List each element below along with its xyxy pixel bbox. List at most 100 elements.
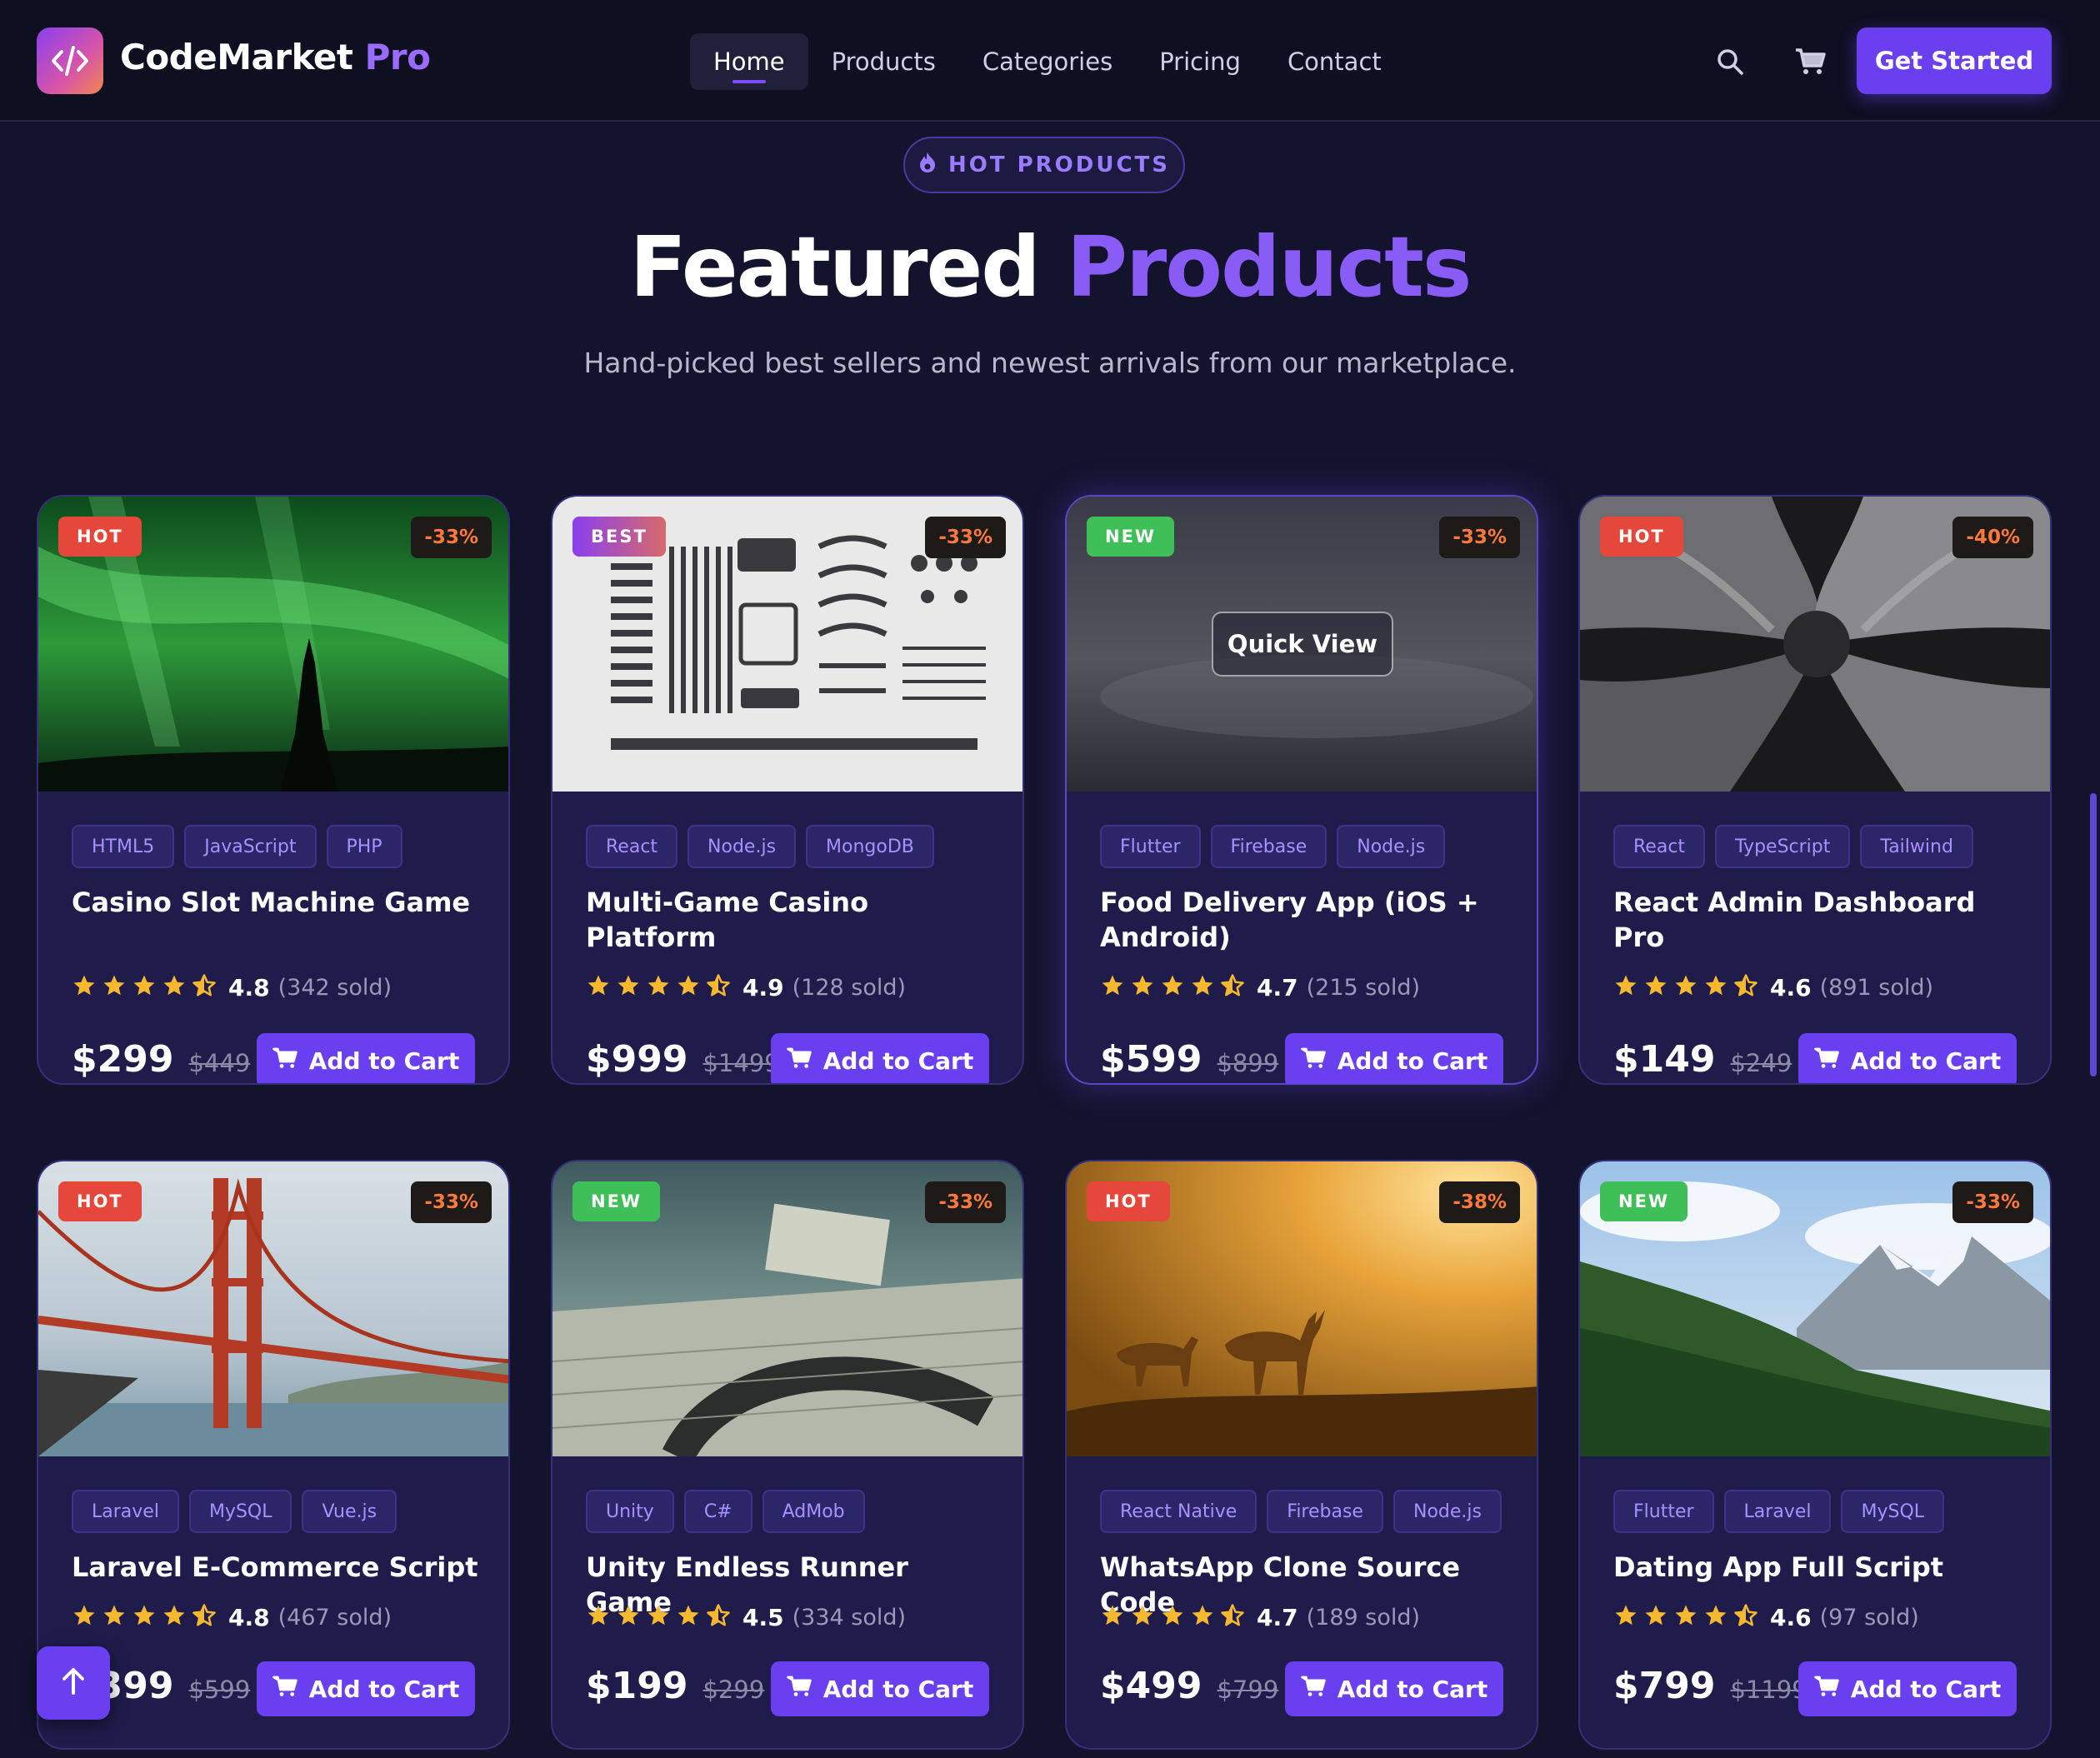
tech-tag[interactable]: JavaScript: [184, 825, 317, 868]
nav-contact[interactable]: Contact: [1264, 33, 1405, 90]
sold-count: (97 sold): [1819, 1604, 1919, 1631]
current-price: $499: [1100, 1665, 1202, 1707]
price-block: $799 $1199: [1613, 1665, 1808, 1707]
tech-tag[interactable]: Flutter: [1613, 1490, 1714, 1533]
rating-value: 4.7: [1257, 973, 1298, 1001]
cart-icon: [1813, 1046, 1839, 1076]
star-rating-icons: [72, 973, 217, 1001]
product-name[interactable]: Casino Slot Machine Game: [72, 885, 488, 920]
tech-tag[interactable]: TypeScript: [1715, 825, 1851, 868]
product-image[interactable]: HOT -38%: [1067, 1161, 1537, 1456]
product-image[interactable]: NEW -33% Quick View: [1067, 497, 1537, 792]
nav-home[interactable]: Home: [690, 33, 808, 90]
add-to-cart-button[interactable]: Add to Cart: [257, 1033, 475, 1083]
star-icon: [1100, 973, 1125, 1001]
tech-tag[interactable]: Vue.js: [302, 1490, 398, 1533]
tech-tag[interactable]: Node.js: [1337, 825, 1446, 868]
tech-tag[interactable]: React Native: [1100, 1490, 1258, 1533]
sold-count: (891 sold): [1819, 974, 1934, 1001]
product-image[interactable]: NEW -33%: [552, 1161, 1022, 1456]
product-badge: HOT: [58, 1181, 142, 1221]
tech-tag[interactable]: Unity: [586, 1490, 674, 1533]
add-to-cart-button[interactable]: Add to Cart: [1285, 1033, 1503, 1083]
product-card[interactable]: NEW -33% Quick View Flutter Firebase Nod…: [1065, 495, 1538, 1085]
discount-badge: -33%: [411, 517, 492, 558]
tech-tag[interactable]: Node.js: [1392, 1490, 1502, 1533]
tech-tag[interactable]: Firebase: [1267, 1490, 1383, 1533]
tech-tag[interactable]: React: [1613, 825, 1706, 868]
star-icon: [1190, 973, 1215, 1001]
tech-tag[interactable]: AdMob: [762, 1490, 865, 1533]
product-card[interactable]: NEW -33% Unity C# AdMob Unity Endless Ru…: [551, 1160, 1024, 1750]
product-image[interactable]: NEW -33%: [1580, 1161, 2050, 1456]
discount-badge: -33%: [925, 1181, 1006, 1223]
product-name[interactable]: Multi-Game Casino Platform: [586, 885, 1002, 955]
quick-view-button[interactable]: Quick View: [1212, 612, 1393, 677]
rating-value: 4.6: [1770, 973, 1812, 1001]
search-icon[interactable]: [1712, 43, 1748, 80]
add-to-cart-button[interactable]: Add to Cart: [1798, 1033, 2017, 1083]
add-to-cart-button[interactable]: Add to Cart: [257, 1661, 475, 1716]
product-image[interactable]: HOT -33%: [38, 497, 508, 792]
add-to-cart-button[interactable]: Add to Cart: [1798, 1661, 2017, 1716]
tech-tag[interactable]: Laravel: [1723, 1490, 1832, 1533]
product-card[interactable]: HOT -40% React TypeScript Tailwind React…: [1578, 495, 2052, 1085]
tech-tag[interactable]: Laravel: [72, 1490, 179, 1533]
tech-tag[interactable]: Firebase: [1210, 825, 1328, 868]
logo-code-icon[interactable]: [37, 27, 103, 94]
star-icon: [676, 1603, 701, 1631]
product-image[interactable]: HOT -33%: [38, 1161, 508, 1456]
product-card[interactable]: BEST -33% React Node.js MongoDB Multi-Ga…: [551, 495, 1024, 1085]
star-icon: [102, 1603, 127, 1631]
page-scrollbar-thumb[interactable]: [2090, 793, 2097, 1076]
tech-tag[interactable]: PHP: [326, 825, 402, 868]
add-to-cart-button[interactable]: Add to Cart: [1285, 1661, 1503, 1716]
hot-products-pill: HOT PRODUCTS: [903, 137, 1185, 193]
rating-value: 4.8: [228, 973, 270, 1001]
product-image[interactable]: BEST -33%: [552, 497, 1022, 792]
add-to-cart-button[interactable]: Add to Cart: [771, 1661, 989, 1716]
product-rating: 4.8 (467 sold): [72, 1603, 392, 1631]
star-rating-icons: [586, 1603, 731, 1631]
tech-tag[interactable]: Node.js: [688, 825, 797, 868]
hot-products-label: HOT PRODUCTS: [948, 152, 1171, 177]
product-card[interactable]: HOT -38% React Native Firebase Node.js W…: [1065, 1160, 1538, 1750]
product-rating: 4.7 (189 sold): [1100, 1603, 1420, 1631]
tech-tag[interactable]: MySQL: [1841, 1490, 1945, 1533]
tech-tag[interactable]: C#: [683, 1490, 752, 1533]
star-icon: [1673, 1603, 1698, 1631]
add-to-cart-button[interactable]: Add to Cart: [771, 1033, 989, 1083]
cart-icon[interactable]: [1792, 43, 1828, 80]
half-star-icon: [706, 973, 731, 1001]
brand-name[interactable]: CodeMarket Pro: [120, 37, 431, 77]
star-icon: [676, 973, 701, 1001]
product-name[interactable]: React Admin Dashboard Pro: [1613, 885, 2030, 955]
star-icon: [616, 973, 641, 1001]
product-card[interactable]: HOT -33% HTML5 JavaScript PHP Casino Slo…: [37, 495, 510, 1085]
tech-tag[interactable]: Tailwind: [1860, 825, 1973, 868]
tech-tag[interactable]: MySQL: [188, 1490, 292, 1533]
old-price: $799: [1217, 1676, 1279, 1704]
tech-tag[interactable]: React: [586, 825, 678, 868]
product-name[interactable]: Laravel E-Commerce Script: [72, 1550, 488, 1585]
star-icon: [646, 973, 671, 1001]
scroll-to-top-button[interactable]: [37, 1646, 110, 1720]
tech-tag[interactable]: Flutter: [1100, 825, 1201, 868]
product-rating: 4.6 (891 sold): [1613, 973, 1933, 1001]
product-name[interactable]: Food Delivery App (iOS + Android): [1100, 885, 1517, 955]
product-card[interactable]: NEW -33% Flutter Laravel MySQL Dating Ap…: [1578, 1160, 2052, 1750]
nav-pricing[interactable]: Pricing: [1136, 33, 1264, 90]
add-to-cart-label: Add to Cart: [308, 1046, 460, 1075]
product-badge: BEST: [572, 517, 666, 557]
tech-tag[interactable]: HTML5: [72, 825, 175, 868]
sold-count: (467 sold): [278, 1604, 392, 1631]
sold-count: (342 sold): [278, 974, 392, 1001]
get-started-button[interactable]: Get Started: [1857, 27, 2052, 94]
tech-tag[interactable]: MongoDB: [806, 825, 934, 868]
tech-tags: Laravel MySQL Vue.js: [72, 1490, 398, 1533]
product-image[interactable]: HOT -40%: [1580, 497, 2050, 792]
tech-tags: React TypeScript Tailwind: [1613, 825, 1973, 868]
product-name[interactable]: Dating App Full Script: [1613, 1550, 2030, 1585]
nav-products[interactable]: Products: [808, 33, 959, 90]
nav-categories[interactable]: Categories: [959, 33, 1136, 90]
